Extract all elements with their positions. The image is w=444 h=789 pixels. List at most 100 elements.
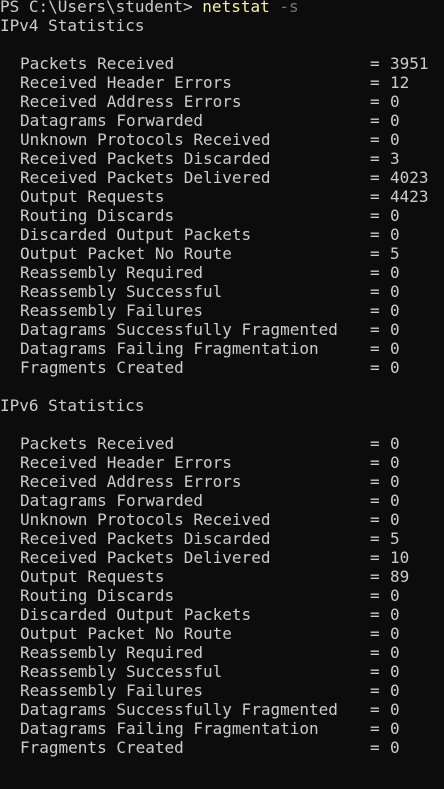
equals-sign: = — [370, 54, 380, 73]
equals-sign: = — [370, 206, 380, 225]
stat-value: 12 — [390, 73, 410, 92]
stat-value: 0 — [390, 586, 400, 605]
stat-row: Discarded Output Packets = 0 — [0, 225, 444, 244]
stat-row: Fragments Created = 0 — [0, 738, 444, 757]
equals-sign: = — [370, 263, 380, 282]
stat-value: 0 — [390, 662, 400, 681]
equals-sign: = — [370, 92, 380, 111]
prompt-line: PS C:\Users\student> netstat -s — [0, 0, 444, 16]
equals-sign: = — [370, 529, 380, 548]
stat-value: 0 — [390, 339, 400, 358]
stat-value: 0 — [390, 510, 400, 529]
stat-label: Datagrams Failing Fragmentation — [20, 339, 319, 358]
equals-sign: = — [370, 130, 380, 149]
stat-label: Output Requests — [20, 187, 165, 206]
stat-row: Reassembly Required = 0 — [0, 263, 444, 282]
stat-label: Datagrams Successfully Fragmented — [20, 320, 338, 339]
equals-sign: = — [370, 434, 380, 453]
equals-sign: = — [370, 510, 380, 529]
equals-sign: = — [370, 168, 380, 187]
stat-value: 89 — [390, 567, 410, 586]
equals-sign: = — [370, 187, 380, 206]
stat-label: Reassembly Required — [20, 643, 204, 662]
stat-value: 0 — [390, 453, 400, 472]
stat-row: Reassembly Required = 0 — [0, 643, 444, 662]
equals-sign: = — [370, 662, 380, 681]
equals-sign: = — [370, 738, 380, 757]
stat-value: 0 — [390, 358, 400, 377]
stat-label: Received Packets Discarded — [20, 149, 271, 168]
stat-value: 0 — [390, 719, 400, 738]
stat-value: 0 — [390, 681, 400, 700]
stat-label: Received Header Errors — [20, 453, 232, 472]
stat-row: Datagrams Failing Fragmentation = 0 — [0, 339, 444, 358]
stat-row: Received Address Errors = 0 — [0, 92, 444, 111]
equals-sign: = — [370, 358, 380, 377]
stat-label: Output Requests — [20, 567, 165, 586]
stat-label: Received Packets Delivered — [20, 548, 271, 567]
equals-sign: = — [370, 605, 380, 624]
stat-row: Packets Received = 0 — [0, 434, 444, 453]
stat-label: Unknown Protocols Received — [20, 130, 271, 149]
stat-label: Packets Received — [20, 54, 175, 73]
command-text: netstat — [202, 0, 270, 16]
equals-sign: = — [370, 320, 380, 339]
stat-label: Datagrams Forwarded — [20, 491, 204, 510]
stat-row: Received Packets Delivered = 10 — [0, 548, 444, 567]
stat-row: Output Packet No Route = 0 — [0, 624, 444, 643]
equals-sign: = — [370, 586, 380, 605]
stat-row: Reassembly Failures = 0 — [0, 681, 444, 700]
stat-label: Routing Discards — [20, 586, 175, 605]
stat-row: Datagrams Successfully Fragmented = 0 — [0, 700, 444, 719]
stat-row: Datagrams Forwarded = 0 — [0, 491, 444, 510]
equals-sign: = — [370, 73, 380, 92]
command-output: IPv4 Statistics Packets Received = 3951 Rece… — [0, 16, 444, 757]
equals-sign: = — [370, 225, 380, 244]
stat-label: Discarded Output Packets — [20, 225, 252, 244]
stat-value: 0 — [390, 282, 400, 301]
stat-value: 0 — [390, 111, 400, 130]
stat-row: Discarded Output Packets = 0 — [0, 605, 444, 624]
stat-label: Reassembly Failures — [20, 681, 204, 700]
stat-row: Received Header Errors = 12 — [0, 73, 444, 92]
stat-label: Received Address Errors — [20, 472, 242, 491]
terminal-window[interactable]: PS C:\Users\student> netstat -s IPv4 Sta… — [0, 0, 444, 757]
prompt-path: PS C:\Users\student> — [0, 0, 203, 16]
equals-sign: = — [370, 111, 380, 130]
command-argument: -s — [279, 0, 299, 16]
equals-sign: = — [370, 339, 380, 358]
stat-label: Reassembly Failures — [20, 301, 204, 320]
stat-value: 0 — [390, 225, 400, 244]
stat-row: Received Header Errors = 0 — [0, 453, 444, 472]
stat-row: Output Requests = 4423 — [0, 187, 444, 206]
stat-row: Datagrams Successfully Fragmented = 0 — [0, 320, 444, 339]
stat-label: Output Packet No Route — [20, 624, 232, 643]
stat-row: Output Packet No Route = 5 — [0, 244, 444, 263]
stat-label: Fragments Created — [20, 358, 184, 377]
stat-row: Reassembly Successful = 0 — [0, 282, 444, 301]
stat-row: Datagrams Failing Fragmentation = 0 — [0, 719, 444, 738]
stat-value: 4423 — [390, 187, 429, 206]
stat-row: Unknown Protocols Received = 0 — [0, 510, 444, 529]
section-title: IPv4 Statistics — [0, 16, 145, 35]
stat-value: 10 — [390, 548, 410, 567]
equals-sign: = — [370, 453, 380, 472]
stat-value: 0 — [390, 491, 400, 510]
equals-sign: = — [370, 244, 380, 263]
stat-row: Output Requests = 89 — [0, 567, 444, 586]
stat-label: Unknown Protocols Received — [20, 510, 271, 529]
stat-row: Packets Received = 3951 — [0, 54, 444, 73]
equals-sign: = — [370, 681, 380, 700]
stat-value: 0 — [390, 301, 400, 320]
stat-value: 0 — [390, 263, 400, 282]
stat-value: 0 — [390, 624, 400, 643]
equals-sign: = — [370, 149, 380, 168]
stat-label: Received Address Errors — [20, 92, 242, 111]
stat-value: 0 — [390, 700, 400, 719]
section-title: IPv6 Statistics — [0, 396, 145, 415]
stat-row: Unknown Protocols Received = 0 — [0, 130, 444, 149]
stat-label: Datagrams Failing Fragmentation — [20, 719, 319, 738]
stat-value: 0 — [390, 130, 400, 149]
